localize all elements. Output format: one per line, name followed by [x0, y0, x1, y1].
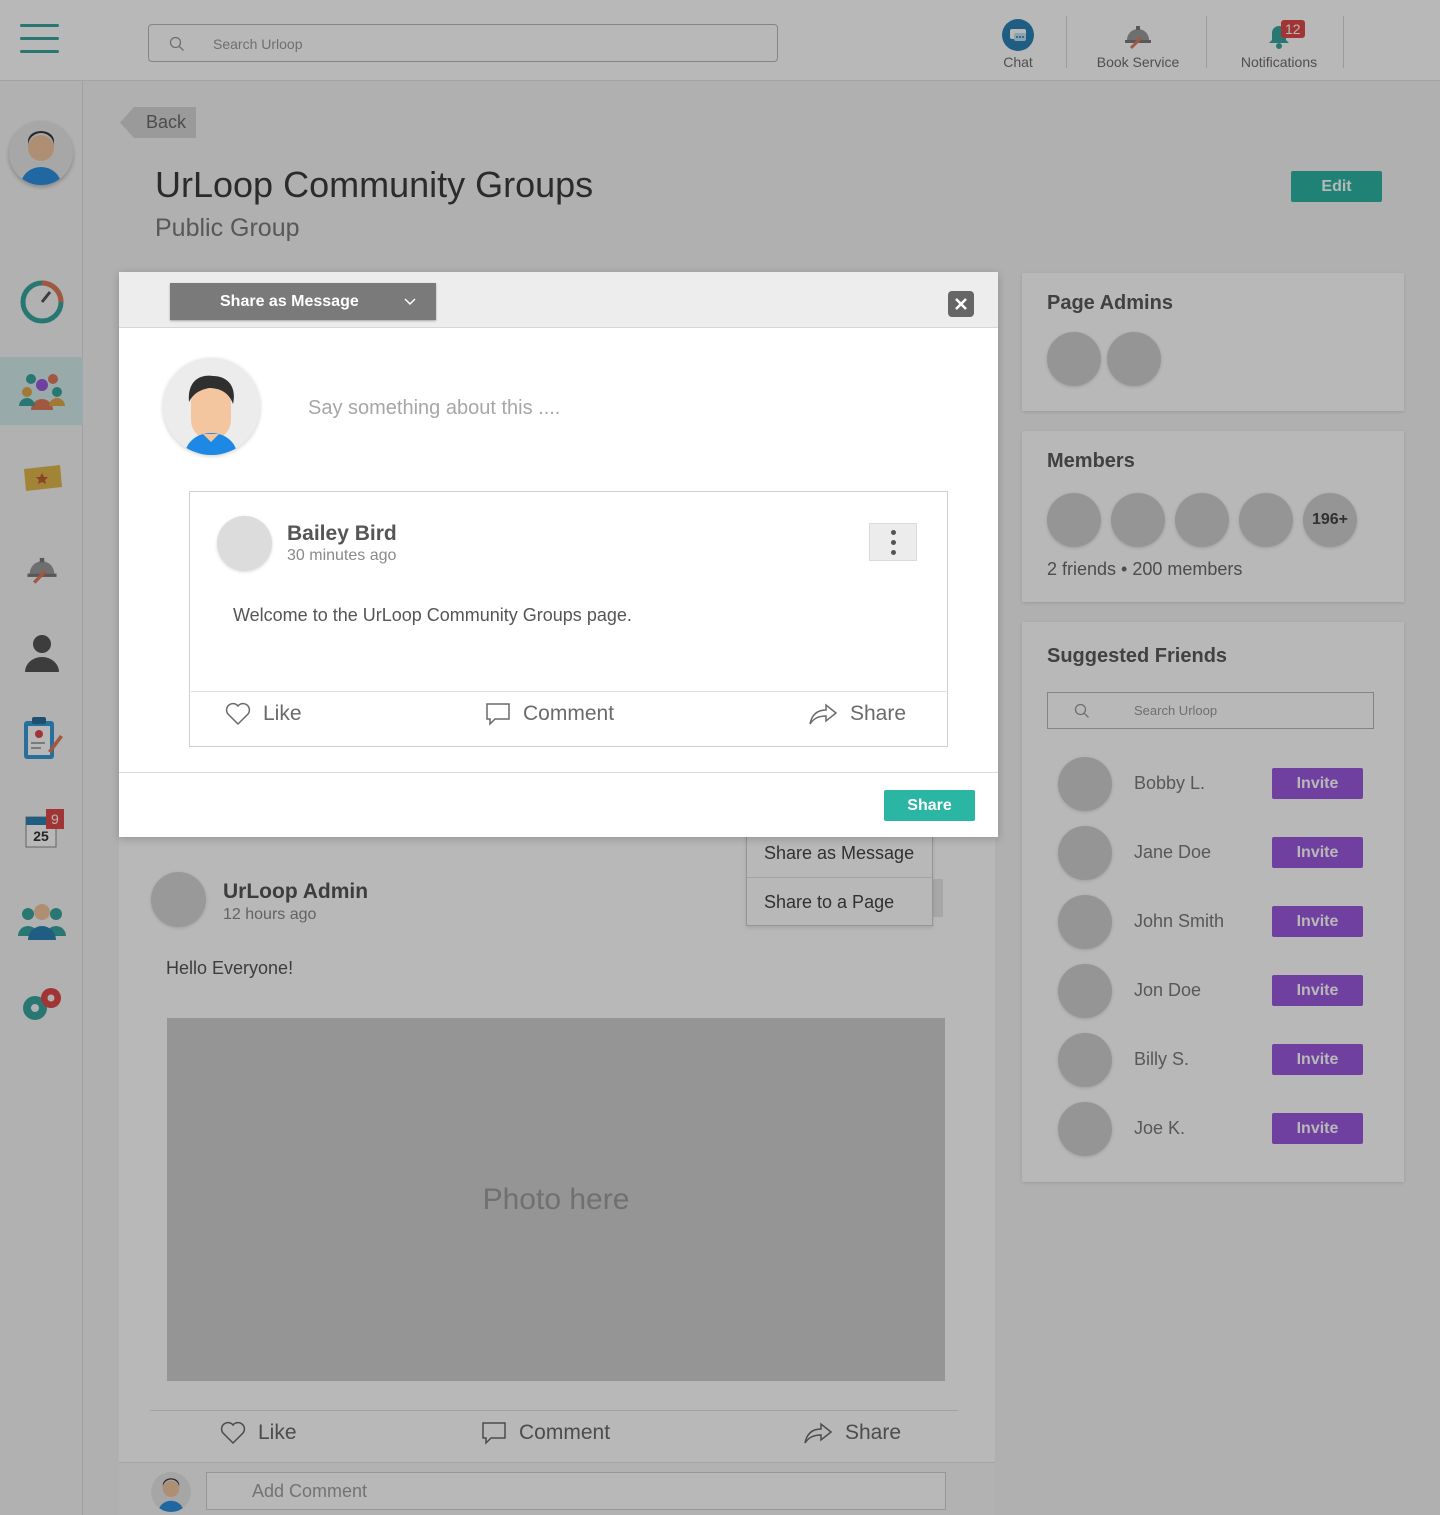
chevron-down-icon	[404, 298, 416, 306]
shared-post-text: Welcome to the UrLoop Community Groups p…	[233, 605, 632, 625]
comment-icon	[486, 703, 510, 726]
sharer-avatar	[163, 358, 260, 455]
say-something-input[interactable]: Say something about this ....	[308, 397, 560, 420]
shared-comment-button[interactable]: Comment	[485, 702, 614, 726]
modal-footer: Share	[119, 772, 998, 837]
shared-post-actions: Like Comment Share	[191, 691, 948, 747]
shared-post-options-button[interactable]	[869, 523, 917, 561]
shared-post-author: Bailey Bird	[287, 522, 397, 545]
share-type-value: Share as Message	[220, 293, 359, 310]
share-type-select[interactable]: Share as Message	[170, 283, 436, 320]
comment-label: Comment	[523, 702, 615, 725]
heart-icon	[225, 702, 251, 726]
shared-post-author-avatar	[217, 516, 272, 571]
shared-post-time: 30 minutes ago	[287, 547, 397, 564]
like-label: Like	[263, 702, 302, 725]
modal-share-button[interactable]: Share	[884, 790, 975, 821]
shared-post-preview: Bailey Bird 30 minutes ago Welcome to th…	[189, 491, 948, 747]
share-label: Share	[850, 702, 907, 725]
shared-like-button[interactable]: Like	[225, 702, 302, 726]
close-button[interactable]	[948, 291, 974, 317]
shared-share-button[interactable]: Share	[808, 702, 906, 726]
modal-header: Share as Message	[119, 272, 998, 328]
share-arrow-icon	[809, 703, 838, 725]
close-icon	[955, 298, 967, 310]
share-modal: Share as Message Say something about thi…	[119, 272, 998, 837]
